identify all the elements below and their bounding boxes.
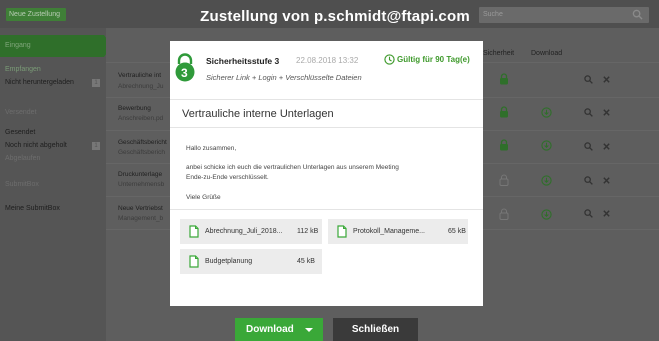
sidebar-item-not-downloaded[interactable]: Nicht heruntergeladen (5, 79, 74, 86)
attachment-size: 45 kB (297, 258, 315, 265)
attachment-size: 112 kB (297, 228, 319, 235)
file-icon (189, 255, 199, 268)
list-item-subtitle: Unternehmensb (118, 181, 165, 188)
message-line: anbei schicke ich euch die vertraulichen… (186, 164, 399, 171)
list-item-title: Vertrauliche int (118, 72, 161, 79)
search-icon[interactable] (584, 209, 593, 218)
chevron-down-icon[interactable] (305, 328, 313, 332)
attachment-name: Abrechnung_Juli_2018... (205, 228, 283, 235)
count-badge: 1 (92, 79, 100, 87)
search-icon[interactable] (584, 75, 593, 84)
attachment-item[interactable]: Protokoll_Manageme... 65 kB (328, 219, 468, 244)
count-badge: 1 (92, 142, 100, 150)
download-icon[interactable] (541, 175, 552, 186)
close-icon[interactable] (602, 176, 611, 185)
search-icon (632, 9, 643, 20)
list-item-subtitle: Abrechnung_Ju (118, 83, 164, 90)
sidebar-item-sent-header[interactable]: Versendet (5, 109, 37, 116)
attachment-item[interactable]: Budgetplanung 45 kB (180, 249, 322, 274)
message-closing: Viele Grüße (186, 194, 221, 201)
list-item-title: Neue Vertriebst (118, 205, 163, 212)
lock-open-icon (499, 208, 509, 220)
attachment-item[interactable]: Abrechnung_Juli_2018... 112 kB (180, 219, 322, 244)
download-icon[interactable] (541, 107, 552, 118)
divider (170, 127, 483, 128)
lock-open-icon (499, 174, 509, 186)
security-level-description: Sicherer Link + Login + Verschlüsselte D… (206, 73, 362, 82)
delivery-dialog: 3 Sicherheitsstufe 3 22.08.2018 13:32 Gü… (170, 41, 483, 306)
download-button-label: Download (246, 324, 294, 335)
divider (170, 99, 483, 100)
file-icon (189, 225, 199, 238)
clock-icon (384, 54, 395, 65)
column-header-download: Download (531, 50, 563, 57)
security-level-number: 3 (181, 66, 188, 80)
attachment-name: Budgetplanung (205, 258, 253, 265)
download-button[interactable]: Download (235, 318, 323, 341)
sidebar-item-inbox[interactable]: Eingang (0, 35, 112, 57)
close-icon[interactable] (602, 108, 611, 117)
list-item-title: Bewerbung (118, 105, 151, 112)
lock-icon (500, 73, 508, 85)
new-delivery-button[interactable]: Neue Zustellung (6, 8, 66, 21)
column-header-security: Sicherheit (483, 50, 515, 57)
close-button[interactable]: Schließen (333, 318, 418, 341)
search-icon[interactable] (584, 108, 593, 117)
lock-icon (500, 106, 508, 118)
close-icon[interactable] (602, 142, 611, 151)
lock-icon (500, 139, 508, 151)
close-icon[interactable] (602, 75, 611, 84)
modal-title: Zustellung von p.schmidt@ftapi.com (200, 8, 470, 25)
list-item-subtitle: Anschreiben.pd (118, 115, 164, 122)
divider (170, 209, 483, 210)
sidebar-item-label: Eingang (5, 42, 31, 49)
file-icon (337, 225, 347, 238)
download-icon[interactable] (541, 140, 552, 151)
validity-text: Gültig für 90 Tag(e) (397, 55, 470, 64)
close-icon[interactable] (602, 209, 611, 218)
list-item-subtitle: Management_b (118, 215, 164, 222)
delivery-date: 22.08.2018 13:32 (296, 56, 359, 65)
message-line: Ende-zu-Ende verschlüsselt. (186, 174, 269, 181)
attachment-size: 65 kB (448, 228, 466, 235)
security-level-title: Sicherheitsstufe 3 (206, 56, 280, 66)
sidebar: Eingang Empfangen Nicht heruntergeladen … (0, 28, 112, 341)
search-icon[interactable] (584, 176, 593, 185)
attachment-name: Protokoll_Manageme... (353, 228, 425, 235)
sidebar-item-not-picked-up[interactable]: Noch nicht abgeholt (5, 142, 67, 149)
message-subject: Vertrauliche interne Unterlagen (182, 108, 334, 120)
download-icon[interactable] (541, 209, 552, 220)
sidebar-item-my-submitbox[interactable]: Meine SubmitBox (5, 205, 60, 212)
sidebar-item-submitbox-header[interactable]: SubmitBox (5, 181, 39, 188)
search-icon[interactable] (584, 142, 593, 151)
message-greeting: Hallo zusammen, (186, 145, 237, 152)
sidebar-item-sent[interactable]: Gesendet (5, 129, 35, 136)
list-item-subtitle: Geschäftsberich (118, 149, 165, 156)
list-item-title: Geschäftsbericht (118, 139, 167, 146)
list-item-title: Druckunterlage (118, 171, 163, 178)
sidebar-item-expired[interactable]: Abgelaufen (5, 155, 40, 162)
sidebar-item-received[interactable]: Empfangen (5, 66, 41, 73)
